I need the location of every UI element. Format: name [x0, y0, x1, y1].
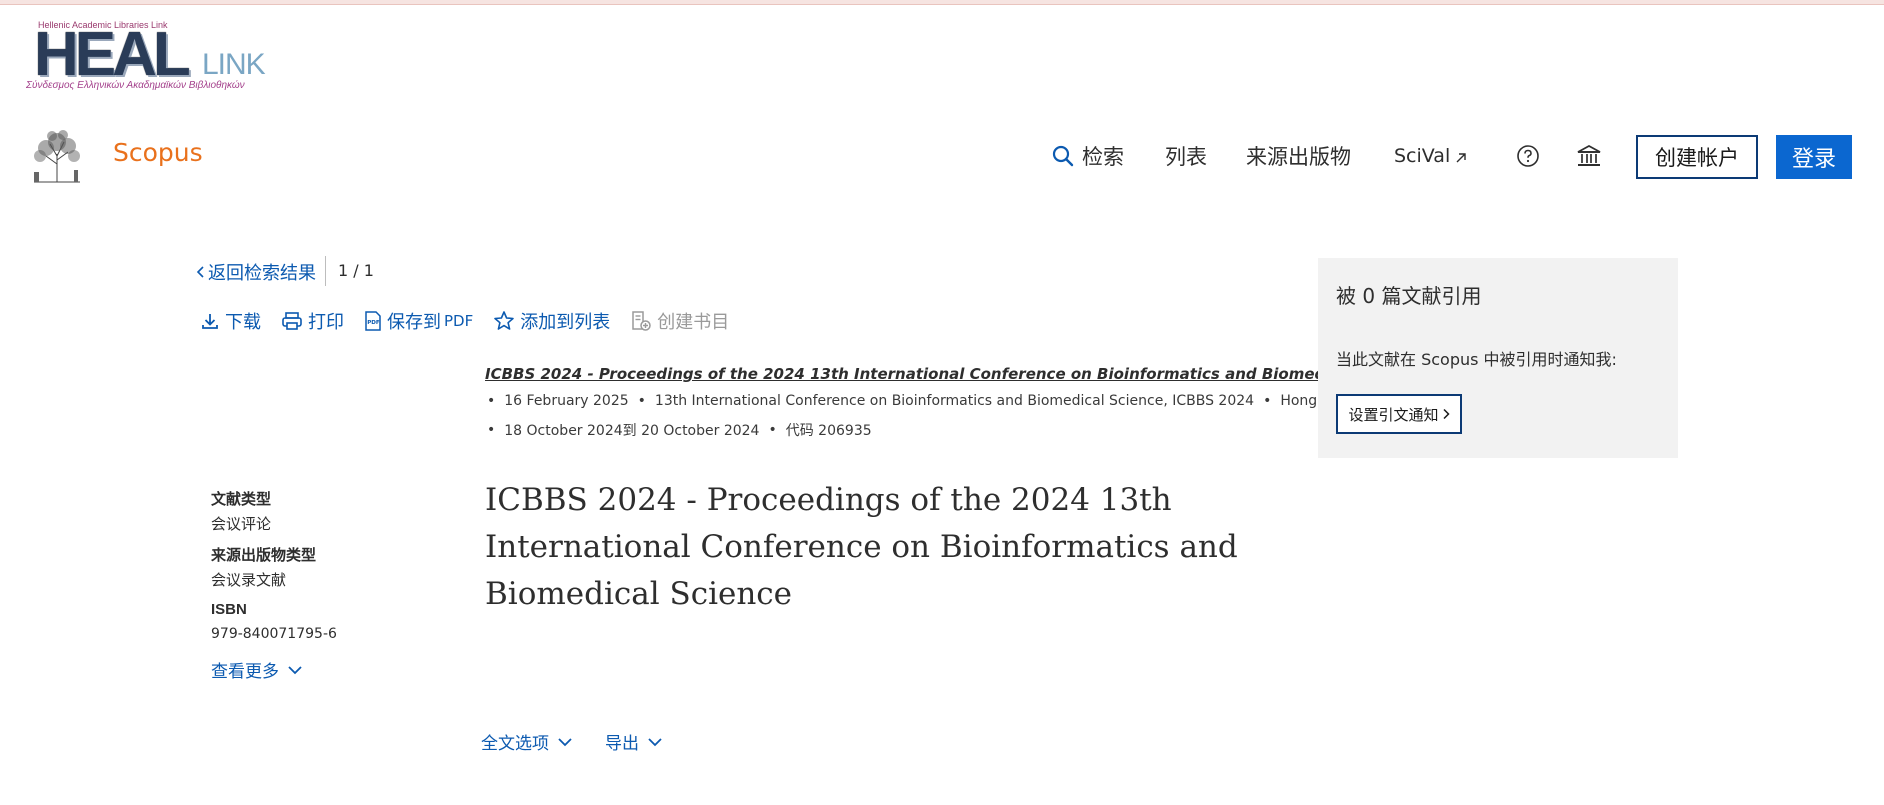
add-to-list-label: 添加到列表: [520, 312, 611, 333]
publication-date: 16 February 2025: [504, 393, 629, 409]
star-icon: [494, 311, 515, 330]
chevron-down-icon: [558, 737, 572, 746]
chevron-right-icon: [1442, 408, 1450, 420]
nav-scival-label: SciVal: [1394, 145, 1451, 167]
login-button[interactable]: 登录: [1776, 135, 1852, 179]
isbn-label: ISBN: [211, 601, 247, 618]
nav-search[interactable]: 检索: [1052, 134, 1124, 178]
heal-logo-link-text: LINK: [202, 48, 266, 81]
help-button[interactable]: [1516, 134, 1540, 178]
print-label: 打印: [308, 312, 344, 333]
chevron-left-icon: [196, 266, 204, 278]
nav-sources-label: 来源出版物: [1246, 145, 1351, 169]
source-type-value: 会议录文献: [211, 571, 287, 589]
meta-bullet: •: [1263, 393, 1272, 409]
document-title: ICBBS 2024 - Proceedings of the 2024 13t…: [485, 482, 1238, 612]
conference-code: 代码 206935: [785, 423, 872, 439]
nav-search-label: 检索: [1082, 145, 1124, 169]
meta-bullet: •: [637, 393, 646, 409]
save-pdf-label: 保存到: [387, 312, 441, 333]
heal-logo-heal-text: HEAL: [34, 20, 191, 89]
document-toolbar: 下载 打印 PDF 保存到 PDF 添加到列表 创建书目: [200, 308, 749, 334]
source-meta-line-2: • 18 October 2024到 20 October 2024 • 代码 …: [487, 420, 872, 440]
meta-bullet: •: [768, 422, 777, 438]
full-text-options-button[interactable]: 全文选项: [481, 729, 573, 754]
export-button[interactable]: 导出: [605, 729, 663, 754]
print-button[interactable]: 打印: [281, 308, 344, 334]
result-pager: 1 / 1: [338, 261, 374, 280]
download-icon: [202, 314, 218, 329]
cited-by-panel: 被 0 篇文献引用 当此文献在 Scopus 中被引用时通知我: 设置引文通知: [1318, 258, 1678, 458]
create-bibliography-button[interactable]: 创建书目: [630, 308, 729, 334]
chevron-down-icon: [288, 665, 302, 674]
save-pdf-suffix: PDF: [444, 312, 474, 330]
bibliography-icon: [632, 311, 651, 331]
printer-icon: [282, 312, 302, 330]
back-to-results-label: 返回检索结果: [208, 263, 316, 284]
conference-name: 13th International Conference on Bioinfo…: [654, 393, 1255, 409]
save-pdf-button[interactable]: PDF 保存到 PDF: [364, 308, 473, 334]
set-citation-alert-label: 设置引文通知: [1348, 405, 1439, 424]
conference-dates: 18 October 2024到 20 October 2024: [504, 423, 760, 439]
source-type-label: 来源出版物类型: [211, 546, 317, 564]
breadcrumb-divider: [325, 256, 326, 286]
document-type-value: 会议评论: [211, 515, 272, 533]
isbn-value: 979-840071795-6: [211, 626, 337, 642]
source-meta-line-1: • 16 February 2025 • 13th International …: [487, 393, 1356, 409]
heal-logo-bottom-text: Σύνδεσμος Ελληνικών Ακαδημαϊκών Βιβλιοθη…: [26, 80, 245, 91]
scopus-logo-text[interactable]: Scopus: [113, 138, 203, 167]
see-more-label: 查看更多: [211, 662, 279, 682]
add-to-list-button[interactable]: 添加到列表: [493, 308, 610, 334]
full-text-options-label: 全文选项: [481, 734, 549, 754]
heal-link-logo[interactable]: Hellenic Academic Libraries Link HEAL LI…: [26, 20, 271, 94]
create-account-button[interactable]: 创建帐户: [1636, 135, 1758, 179]
meta-bullet: •: [487, 422, 496, 438]
nav-sources[interactable]: 来源出版物: [1246, 134, 1351, 178]
elsevier-tree-icon[interactable]: [26, 128, 88, 184]
create-bibliography-label: 创建书目: [657, 312, 730, 333]
nav-scival[interactable]: SciVal: [1394, 134, 1468, 178]
institution-button[interactable]: [1576, 134, 1602, 178]
source-title-link[interactable]: ICBBS 2024 - Proceedings of the 2024 13t…: [485, 365, 1425, 383]
browser-top-strip: [0, 0, 1884, 5]
document-type-label: 文献类型: [211, 490, 272, 508]
institution-icon: [1577, 145, 1601, 166]
help-circle-icon: [1517, 145, 1539, 167]
set-citation-alert-button[interactable]: 设置引文通知: [1336, 394, 1462, 434]
nav-lists[interactable]: 列表: [1165, 134, 1207, 178]
see-more-button[interactable]: 查看更多: [211, 657, 303, 682]
chevron-down-icon: [648, 737, 662, 746]
meta-bullet: •: [487, 393, 496, 409]
cited-by-title: 被 0 篇文献引用: [1336, 284, 1482, 308]
back-to-results-link[interactable]: 返回检索结果: [196, 259, 316, 285]
download-label: 下载: [225, 312, 261, 333]
export-label: 导出: [605, 734, 639, 754]
cited-notify-text: 当此文献在 Scopus 中被引用时通知我:: [1336, 350, 1617, 369]
pdf-file-icon: PDF: [365, 311, 381, 331]
svg-text:PDF: PDF: [367, 320, 380, 326]
search-icon: [1052, 145, 1074, 167]
download-button[interactable]: 下载: [200, 308, 261, 334]
nav-lists-label: 列表: [1165, 145, 1207, 169]
external-link-icon: [1456, 153, 1466, 163]
